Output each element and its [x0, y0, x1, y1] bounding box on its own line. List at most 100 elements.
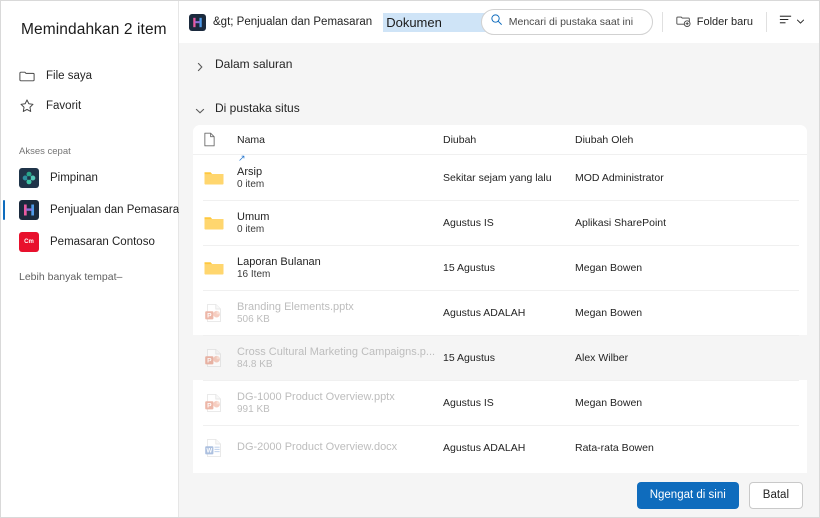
modified-cell: Agustus ADALAH	[443, 306, 526, 319]
table-row: W DG-2000 Product Overview.docx Agustus …	[193, 425, 807, 470]
modified-cell: Agustus IS	[443, 396, 494, 409]
sidebar-item-label: File saya	[46, 70, 93, 82]
modified-cell: 15 Agustus	[443, 351, 495, 364]
breadcrumb-prefix: &gt; Penjualan dan Pemasaran	[213, 16, 373, 28]
modified-cell: Agustus ADALAH	[443, 441, 526, 454]
shortcut-arrow-icon: ↗	[238, 152, 246, 163]
file-name: DG-2000 Product Overview.docx	[237, 441, 398, 453]
search-icon	[490, 13, 503, 31]
list-view-icon	[778, 12, 793, 32]
sidebar-item-label: Pimpinan	[50, 172, 98, 184]
file-meta: 506 KB	[237, 313, 270, 325]
dialog-title: Memindahkan 2 item	[21, 21, 167, 38]
sidebar-item-penjualan-dan-pemasaran[interactable]: Penjualan dan Pemasaran	[1, 195, 186, 225]
sidebar-item-pimpinan[interactable]: Pimpinan	[1, 163, 178, 193]
file-meta: 0 item	[237, 223, 265, 235]
new-folder-icon	[676, 13, 691, 31]
file-name-cell: DG-2000 Product Overview.docx	[237, 441, 443, 454]
search-placeholder: Mencari di pustaka saat ini	[508, 16, 634, 28]
file-meta: 0 item	[237, 178, 265, 190]
table-row: P Cross Cultural Marketing Campaigns.p..…	[193, 335, 807, 380]
table-row: P DG-1000 Product Overview.pptx 991 KB A…	[193, 380, 807, 425]
contoso-badge-text: Cm	[24, 239, 34, 245]
modified-cell: Sekitar sejam yang lalu	[443, 171, 552, 184]
file-name: DG-1000 Product Overview.pptx	[237, 390, 395, 403]
powerpoint-file-icon: P	[203, 392, 237, 414]
toolbar-actions: Mencari di pustaka saat ini Folder baru	[480, 9, 807, 35]
leadership-site-icon	[19, 168, 39, 188]
file-name-cell: ↗ Arsip 0 item	[237, 153, 443, 190]
word-file-icon: W	[203, 437, 237, 459]
modified-by-cell: Aplikasi SharePoint	[575, 216, 667, 229]
table-row[interactable]: Umum 0 item Agustus IS Aplikasi SharePoi…	[193, 200, 807, 245]
toolbar-divider-1	[661, 12, 663, 32]
contoso-marketing-site-icon: Cm	[19, 232, 39, 252]
modified-cell: 15 Agustus	[443, 261, 495, 274]
column-header-icon	[203, 132, 237, 147]
more-places-link[interactable]: Lebih banyak tempat–	[1, 271, 178, 283]
cancel-button[interactable]: Batal	[748, 481, 803, 509]
sidebar-nav: File saya Favorit	[1, 61, 178, 121]
folder-icon	[203, 167, 237, 189]
breadcrumb-current[interactable]: Dokumen	[383, 12, 444, 32]
search-input[interactable]: Mencari di pustaka saat ini	[480, 9, 653, 35]
file-name-cell: Cross Cultural Marketing Campaigns.p... …	[237, 346, 443, 370]
file-name: Arsip	[237, 165, 263, 178]
file-name: Branding Elements.pptx	[237, 300, 354, 313]
modified-by-cell: Megan Bowen	[575, 261, 643, 274]
quick-access-label: Akses cepat	[19, 146, 71, 157]
file-name: Cross Cultural Marketing Campaigns.p...	[237, 345, 436, 358]
file-list-panel: Nama Diubah Diubah Oleh ↗ Arsip 0 item S	[193, 125, 807, 517]
tree-section-dalam-saluran[interactable]: Dalam saluran	[191, 49, 819, 79]
toolbar-divider-2	[766, 12, 767, 32]
new-folder-button[interactable]: Folder baru	[672, 10, 757, 34]
move-items-dialog: Memindahkan 2 item File saya Favorit Aks…	[0, 0, 820, 518]
tree-section-di-pustaka-situs[interactable]: Di pustaka situs	[191, 93, 819, 123]
file-name-cell: Umum 0 item	[237, 211, 443, 235]
tree-section-label: Di pustaka situs	[215, 101, 300, 115]
new-folder-label: Folder baru	[696, 16, 753, 28]
view-options-button[interactable]	[776, 9, 807, 35]
modified-by-cell: Rata-rata Bowen	[575, 441, 654, 454]
toolbar: &gt; Penjualan dan Pemasaran Dokumen Men…	[179, 1, 819, 43]
table-row[interactable]: ↗ Arsip 0 item Sekitar sejam yang lalu M…	[193, 153, 807, 200]
modified-by-cell: Alex Wilber	[575, 351, 629, 364]
modified-by-cell: Megan Bowen	[575, 306, 643, 319]
dialog-footer: Ngengat di sini Batal	[179, 473, 819, 517]
location-tree: Dalam saluran Di pustaka situs	[179, 43, 819, 125]
tree-section-label: Dalam saluran	[215, 57, 293, 71]
svg-text:W: W	[206, 448, 212, 454]
main-pane: &gt; Penjualan dan Pemasaran Dokumen Men…	[179, 1, 819, 517]
sidebar-item-label: Favorit	[46, 100, 82, 112]
modified-by-cell: Megan Bowen	[575, 396, 643, 409]
file-name-cell: DG-1000 Product Overview.pptx 991 KB	[237, 391, 443, 415]
column-header-modified-by[interactable]: Diubah Oleh	[575, 134, 807, 146]
sidebar-item-pemasaran-contoso[interactable]: Cm Pemasaran Contoso	[1, 227, 178, 257]
column-header-modified[interactable]: Diubah	[443, 134, 575, 146]
powerpoint-file-icon: P	[203, 302, 237, 324]
breadcrumb[interactable]: &gt; Penjualan dan Pemasaran Dokumen	[189, 12, 444, 32]
sales-marketing-site-icon	[19, 200, 39, 220]
file-meta: 991 KB	[237, 403, 270, 415]
breadcrumb-site-icon	[189, 13, 206, 31]
folder-icon	[19, 68, 35, 84]
file-list-header: Nama Diubah Diubah Oleh	[193, 125, 807, 155]
file-meta: 16 Item	[237, 268, 271, 280]
svg-text:P: P	[207, 402, 212, 409]
file-meta: 84.8 KB	[237, 358, 273, 370]
sidebar-item-favorites[interactable]: Favorit	[1, 91, 178, 121]
star-icon	[19, 98, 35, 114]
sidebar-item-my-files[interactable]: File saya	[1, 61, 178, 91]
table-row[interactable]: Laporan Bulanan 16 Item 15 Agustus Megan…	[193, 245, 807, 290]
table-row: P Branding Elements.pptx 506 KB Agustus …	[193, 290, 807, 335]
modified-cell: Agustus IS	[443, 216, 494, 229]
modified-by-cell: MOD Administrator	[575, 171, 664, 184]
chevron-right-icon	[195, 59, 205, 72]
file-name-cell: Branding Elements.pptx 506 KB	[237, 301, 443, 325]
column-header-name[interactable]: Nama	[237, 134, 443, 146]
file-name: Laporan Bulanan	[237, 255, 321, 268]
folder-icon	[203, 257, 237, 279]
file-name: Umum	[237, 210, 270, 223]
move-here-button[interactable]: Ngengat di sini	[636, 481, 739, 509]
chevron-down-icon	[195, 103, 205, 114]
